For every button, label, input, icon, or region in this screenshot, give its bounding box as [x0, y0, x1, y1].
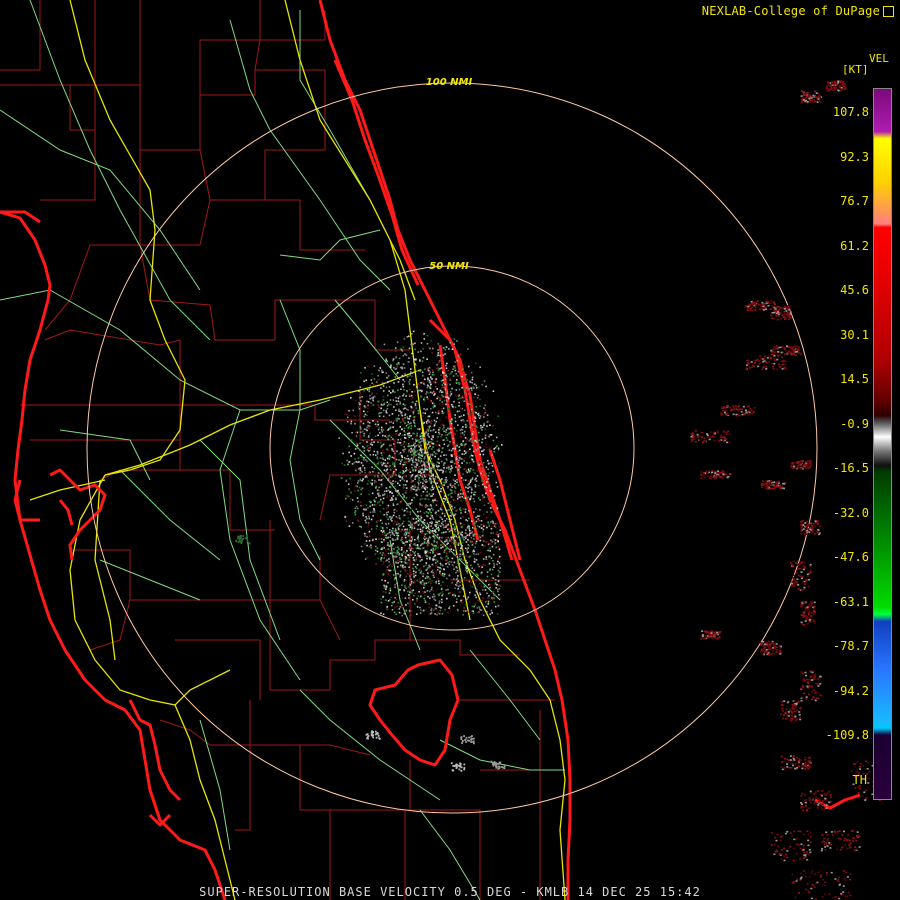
product-caption: SUPER-RESOLUTION BASE VELOCITY 0.5 DEG -… [199, 885, 701, 899]
legend-value: 107.8 [832, 105, 869, 119]
legend-value: TH [852, 772, 867, 787]
legend-value: -16.5 [832, 461, 869, 475]
range-ring-100-label: 100 NMI [426, 77, 473, 88]
external-link-icon[interactable] [883, 6, 894, 17]
county-boundaries [0, 0, 565, 900]
range-ring-50 [269, 265, 635, 631]
legend-value: -0.9 [840, 416, 869, 431]
legend-product: VEL [869, 52, 889, 65]
legend-value: -47.6 [832, 550, 869, 564]
range-ring-100 [86, 82, 818, 814]
legend-value: 92.3 [840, 149, 869, 164]
coastline [0, 0, 861, 900]
credit-label: NEXLAB-College of DuPage [702, 4, 894, 18]
range-rings [86, 82, 818, 814]
velocity-color-scale [873, 88, 892, 800]
velocity-echoes [235, 80, 892, 900]
legend-value: 30.1 [840, 327, 869, 342]
legend-value: -63.1 [832, 594, 869, 609]
legend-value: 14.5 [840, 372, 869, 386]
legend-value: 61.2 [840, 238, 869, 253]
legend-value: 45.6 [840, 283, 869, 297]
legend-value: -109.8 [825, 728, 869, 742]
legend-value: 76.7 [840, 194, 869, 208]
legend-value: -78.7 [832, 639, 869, 653]
legend-value: -94.2 [832, 683, 869, 698]
legend-value: -32.0 [832, 505, 869, 520]
range-ring-50-label: 50 NMI [429, 261, 469, 272]
radar-map[interactable]: 50 NMI 100 NMI [0, 0, 900, 900]
legend-unit: [KT] [842, 63, 869, 76]
roads [0, 0, 565, 900]
